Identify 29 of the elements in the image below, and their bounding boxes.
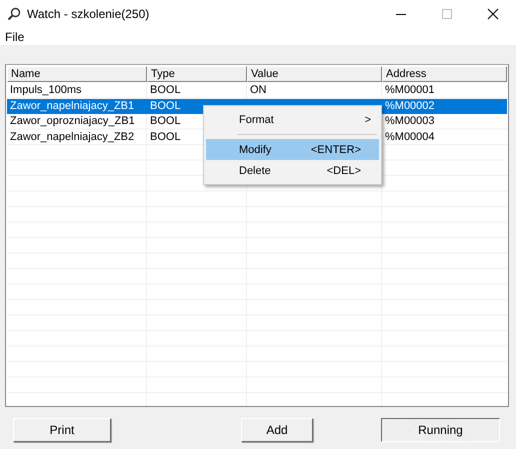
action-button[interactable]: Print [13,418,111,442]
menu-item[interactable]: File [5,30,24,44]
shortcut-label: <ENTER> [310,144,361,156]
action-button[interactable]: Running [381,418,500,442]
table-cell[interactable]: %M00004 [382,130,507,145]
table-cell[interactable]: Zawor_napelniajacy_ZB1 [7,98,147,114]
table-cell[interactable]: %M00003 [382,114,507,130]
table-cell[interactable]: Zawor_napelniajacy_ZB2 [7,130,147,145]
action-button[interactable]: Add [241,418,313,442]
context-menu-item[interactable]: Delete <DEL> [206,160,379,181]
table-cell[interactable]: %M00001 [382,83,507,98]
context-menu-item[interactable]: Modify <ENTER> [206,139,379,160]
close-icon[interactable] [487,8,499,20]
menu-item-label: Format [239,114,275,126]
shortcut-label: <DEL> [326,164,361,176]
submenu-arrow: > [364,114,371,126]
menu-item-label: Modify [239,144,272,156]
table-cell[interactable]: %M00002 [382,98,507,114]
table-cell[interactable]: BOOL [147,83,247,98]
table-cell[interactable]: ON [247,83,382,98]
search-icon [7,7,21,22]
column-header[interactable]: Type [147,66,247,82]
table-cell[interactable]: Impuls_100ms [7,83,147,98]
menu-item-label: Delete [239,164,272,176]
window-title: Watch - szkolenie(250) [27,7,150,22]
column-header[interactable]: Value [247,66,382,82]
table-cell[interactable]: Zawor_oprozniajacy_ZB1 [7,114,147,130]
column-header[interactable]: Name [7,66,147,82]
column-header[interactable]: Address [382,66,507,82]
